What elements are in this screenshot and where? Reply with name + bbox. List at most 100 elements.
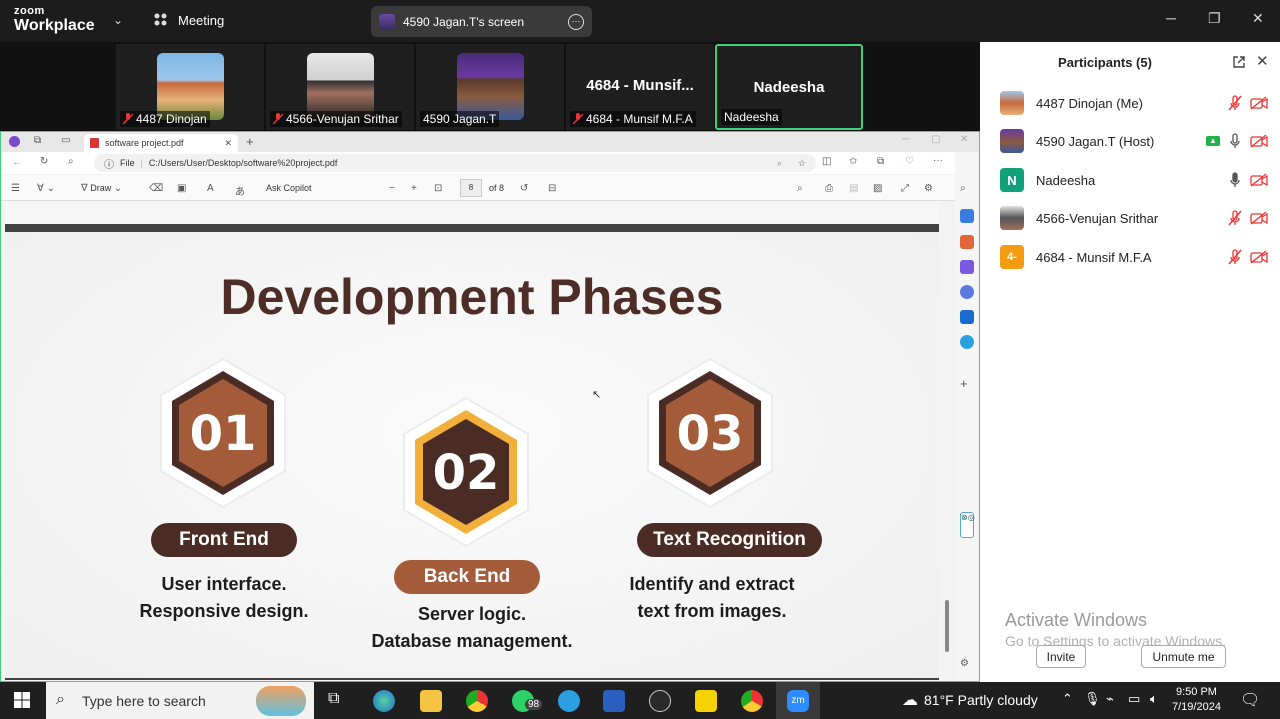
restore-icon[interactable]: ❐ (1208, 10, 1221, 27)
zoom-out-button[interactable]: − (389, 183, 395, 194)
split-screen-icon[interactable]: ◫ (822, 156, 831, 167)
video-tile[interactable]: 4487 Dinojan (116, 44, 264, 130)
weather-widget[interactable]: ☁ 81°F Partly cloudy (902, 690, 1038, 710)
word-icon[interactable] (603, 690, 625, 712)
sidebar-tools-icon[interactable] (960, 235, 974, 249)
network-icon[interactable]: ▭ (1128, 691, 1140, 707)
sidebar-add-icon[interactable]: + (960, 376, 974, 391)
erase-icon[interactable]: ⌫ (149, 183, 163, 194)
sidebar-outlook-icon[interactable] (960, 310, 974, 324)
rotate-icon[interactable]: ↺ (520, 183, 528, 194)
pdf-settings-icon[interactable]: ⚙ (924, 183, 933, 194)
zoom-out-icon[interactable]: ⌕ (777, 158, 782, 169)
sidebar-m365-icon[interactable] (960, 285, 974, 299)
minimize-icon[interactable]: ─ (1166, 10, 1176, 26)
collections-icon[interactable]: ⧉ (877, 156, 884, 167)
task-view-icon[interactable]: ⧉ (328, 690, 339, 708)
close-panel-icon[interactable]: ✕ (1256, 52, 1269, 70)
fullscreen-icon[interactable]: ⤢ (901, 183, 909, 194)
microphone-icon[interactable]: 🎙︎ (1084, 691, 1101, 707)
mic-off-icon[interactable] (1228, 210, 1242, 226)
taskbar-search-box[interactable]: ⌕ Type here to search (46, 682, 314, 719)
pen-icon[interactable]: ⌁ (1106, 691, 1114, 707)
mic-on-icon[interactable] (1228, 172, 1242, 188)
windows-start-icon[interactable] (14, 692, 30, 708)
file-explorer-icon[interactable] (420, 690, 442, 712)
browser-close-icon[interactable]: ✕ (960, 134, 968, 145)
chevron-down-icon[interactable]: ⌄ (113, 13, 123, 27)
page-view-icon[interactable]: ⊟ (548, 183, 556, 194)
telegram-icon[interactable] (558, 690, 580, 712)
sidebar-search-icon[interactable]: ⌕ (960, 183, 974, 197)
invite-button[interactable]: Invite (1036, 645, 1086, 668)
participant-row[interactable]: 4566-Venujan Srithar (1000, 204, 1268, 232)
screen-share-indicator[interactable]: 4590 Jagan.T's screen ··· (371, 6, 592, 37)
unmute-me-button[interactable]: Unmute me (1141, 645, 1226, 668)
browser-minimize-icon[interactable]: ─ (902, 134, 909, 145)
zoom-app-icon[interactable]: zm (787, 690, 809, 712)
favorite-star-icon[interactable]: ☆ (798, 158, 806, 169)
workspaces-icon[interactable]: ⧉ (34, 135, 41, 146)
close-icon[interactable]: ✕ (1252, 10, 1264, 27)
meeting-menu-button[interactable]: Meeting (152, 12, 224, 28)
highlight-icon[interactable]: ∀ ⌄ (37, 183, 55, 194)
video-off-icon[interactable] (1250, 211, 1268, 225)
video-tile-active[interactable]: Nadeesha Nadeesha (715, 44, 863, 130)
translate-icon[interactable]: あ (235, 183, 245, 198)
edge-taskbar-icon[interactable] (373, 690, 395, 712)
contents-icon[interactable]: ☰ (11, 183, 20, 194)
page-number-input[interactable]: 8 (460, 179, 482, 197)
close-tab-icon[interactable]: ✕ (224, 138, 232, 149)
video-tile[interactable]: 4566-Venujan Srithar (266, 44, 414, 130)
pop-out-icon[interactable] (1232, 55, 1246, 69)
participant-row[interactable]: 4- 4684 - Munsif M.F.A (1000, 243, 1268, 271)
more-options-icon[interactable]: ··· (568, 13, 584, 30)
sidebar-telegram-icon[interactable] (960, 335, 974, 349)
zoom-in-button[interactable]: + (411, 183, 417, 194)
fit-page-icon[interactable]: ⊡ (434, 183, 442, 194)
browser-restore-icon[interactable]: ▢ (931, 134, 940, 145)
read-aloud-icon[interactable]: A (207, 183, 214, 194)
video-tile[interactable]: 4590 Jagan.T (416, 44, 564, 130)
new-tab-icon[interactable]: + (246, 134, 254, 149)
volume-icon[interactable]: 🔈︎ (1150, 691, 1158, 707)
sidebar-settings-icon[interactable]: ⚙ (960, 658, 974, 672)
draw-button[interactable]: ∇ Draw ⌄ (81, 183, 122, 194)
video-off-icon[interactable] (1250, 250, 1268, 264)
search-icon[interactable]: ⌕ (68, 156, 74, 167)
save-icon[interactable]: ▤ (849, 183, 858, 194)
print-icon[interactable]: ⎙ (825, 183, 833, 194)
participant-row[interactable]: N Nadeesha (1000, 166, 1268, 194)
taskbar-clock[interactable]: 9:50 PM 7/19/2024 (1172, 685, 1221, 715)
ask-copilot-button[interactable]: Ask Copilot (266, 183, 312, 193)
tab-actions-icon[interactable]: ▭ (61, 135, 70, 146)
address-bar[interactable]: ⓘ File | C:/Users/User/Desktop/software%… (94, 154, 816, 172)
browser-tab[interactable]: software project.pdf ✕ (84, 134, 238, 152)
back-icon[interactable]: ← (12, 157, 22, 168)
show-hidden-icons-icon[interactable]: ⌃ (1062, 691, 1073, 707)
participant-row[interactable]: 4590 Jagan.T (Host) ▲ (1000, 127, 1268, 155)
chrome-icon[interactable] (466, 690, 488, 712)
sidebar-shopping-icon[interactable] (960, 209, 974, 223)
text-icon[interactable]: ▣ (177, 183, 186, 194)
chrome-profile-icon[interactable] (741, 690, 763, 712)
sidebar-games-icon[interactable] (960, 260, 974, 274)
refresh-icon[interactable]: ↻ (40, 156, 48, 167)
notifications-icon[interactable]: 🗨︎ (1240, 690, 1260, 710)
video-off-icon[interactable] (1250, 134, 1268, 148)
sticky-notes-icon[interactable] (695, 690, 717, 712)
mic-off-icon[interactable] (1228, 249, 1242, 265)
scrollbar-thumb[interactable] (945, 600, 949, 652)
mic-off-icon[interactable] (1228, 95, 1242, 111)
favorites-icon[interactable]: ✩ (849, 156, 857, 167)
sidebar-hide-icon[interactable]: ⊗◎ (960, 512, 975, 538)
pdf-search-icon[interactable]: ⌕ (797, 183, 803, 194)
save-as-icon[interactable]: ▨ (873, 183, 882, 194)
mic-on-icon[interactable] (1228, 133, 1242, 149)
browser-essentials-icon[interactable]: ♡ (905, 156, 914, 167)
participant-row[interactable]: 4487 Dinojan (Me) (1000, 89, 1268, 117)
settings-more-icon[interactable]: ··· (933, 155, 943, 166)
app-icon[interactable] (649, 690, 671, 712)
video-tile[interactable]: 4684 - Munsif... 4684 - Munsif M.F.A (566, 44, 714, 130)
profile-icon[interactable] (9, 136, 20, 147)
